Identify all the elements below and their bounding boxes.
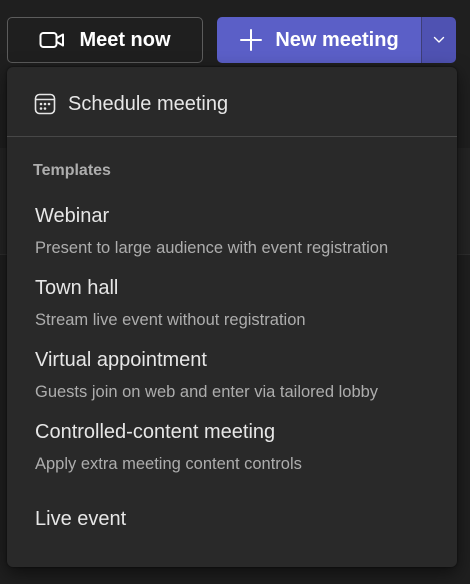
- template-title: Town hall: [35, 277, 119, 299]
- template-item-controlled-content-meeting[interactable]: Controlled-content meeting Apply extra m…: [7, 420, 457, 488]
- chevron-down-icon: [433, 31, 445, 49]
- new-meeting-button[interactable]: New meeting: [217, 17, 421, 63]
- template-item-live-event[interactable]: Live event: [7, 503, 457, 537]
- template-title: Live event: [35, 508, 127, 530]
- meet-now-label: Meet now: [79, 28, 171, 51]
- new-meeting-label: New meeting: [275, 28, 399, 51]
- template-item-town-hall[interactable]: Town hall Stream live event without regi…: [7, 276, 457, 344]
- template-title: Controlled-content meeting: [35, 421, 276, 443]
- schedule-meeting-item[interactable]: Schedule meeting: [7, 81, 457, 127]
- plus-icon: [239, 28, 263, 52]
- template-item-virtual-appointment[interactable]: Virtual appointment Guests join on web a…: [7, 348, 457, 416]
- calendar-icon: [34, 93, 56, 115]
- new-meeting-dropdown-button[interactable]: [422, 17, 456, 63]
- template-item-webinar[interactable]: Webinar Present to large audience with e…: [7, 204, 457, 272]
- template-title: Webinar: [35, 205, 110, 227]
- template-description: Guests join on web and enter via tailore…: [35, 383, 379, 401]
- new-meeting-menu: Schedule meeting Templates Webinar Prese…: [7, 67, 457, 567]
- template-description: Present to large audience with event reg…: [35, 239, 389, 257]
- video-camera-icon: [39, 30, 65, 50]
- schedule-meeting-label: Schedule meeting: [68, 93, 229, 115]
- meet-now-button[interactable]: Meet now: [7, 17, 203, 63]
- template-title: Virtual appointment: [35, 349, 207, 371]
- templates-heading: Templates: [33, 162, 111, 179]
- template-description: Stream live event without registration: [35, 311, 306, 329]
- menu-divider: [7, 136, 457, 137]
- page: Meet now New meeting Schedule meeting Te…: [0, 0, 470, 584]
- template-description: Apply extra meeting content controls: [35, 455, 302, 473]
